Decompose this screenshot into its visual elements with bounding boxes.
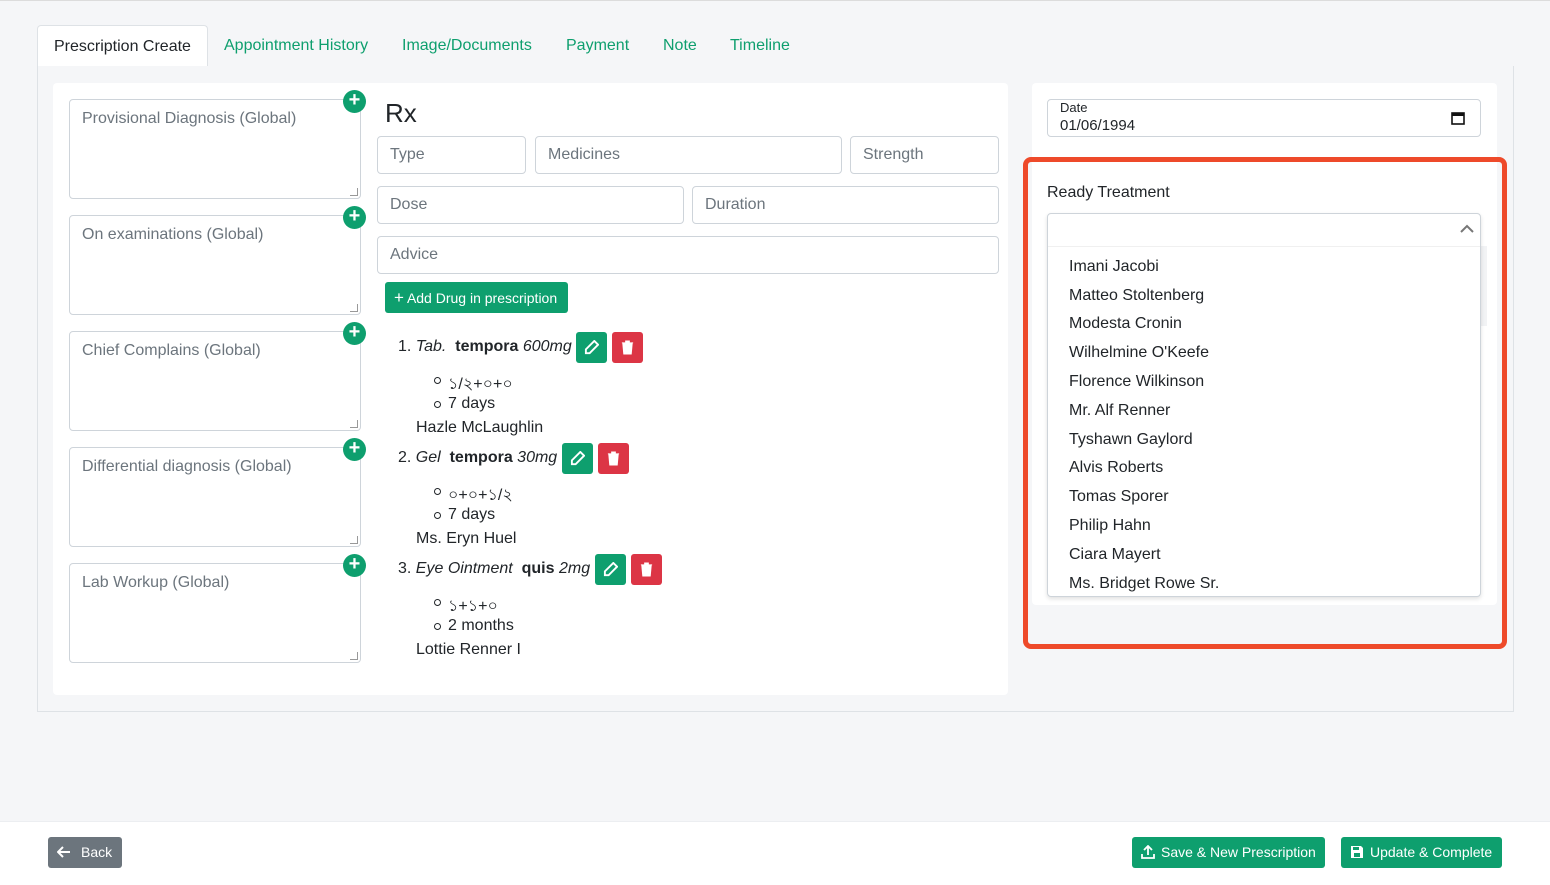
add-provisional-diagnosis-button[interactable]: + [343,90,366,113]
tab-bar: Prescription Create Appointment History … [37,25,1514,68]
drug-2-prescriber: Ms. Eryn Huel [416,530,517,547]
add-lab-workup-button[interactable]: + [343,554,366,577]
save-new-prescription-button[interactable]: Save & New Prescription [1132,837,1325,868]
highlight-box [1023,157,1507,649]
save-new-label: Save & New Prescription [1161,844,1316,860]
placeholder: Advice [390,246,439,263]
tab-image-documents[interactable]: Image/Documents [386,25,548,67]
add-differential-diagnosis-button[interactable]: + [343,438,366,461]
drug-number: 2. [398,449,412,466]
resize-handle[interactable] [350,304,358,312]
date-value: 01/06/1994 [1060,117,1136,134]
duration-input[interactable]: Duration [692,186,999,224]
drug-1-prescriber: Hazle McLaughlin [416,419,544,436]
drug-type: Eye Ointment [415,560,513,577]
delete-drug-2-button[interactable] [598,443,629,474]
calendar-icon[interactable] [1451,111,1465,125]
arrow-left-icon [57,846,70,858]
plus-icon: + [394,288,404,307]
drug-strength: 600mg [522,338,572,355]
field-placeholder: Provisional Diagnosis (Global) [82,110,297,127]
lab-workup-field[interactable]: Lab Workup (Global) [69,563,361,663]
field-placeholder: Differential diagnosis (Global) [82,458,292,475]
resize-handle[interactable] [350,652,358,660]
differential-diagnosis-field[interactable]: Differential diagnosis (Global) [69,447,361,547]
resize-handle[interactable] [350,420,358,428]
placeholder: Medicines [548,146,621,163]
delete-drug-3-button[interactable] [631,554,662,585]
placeholder: Type [390,146,425,163]
save-icon [1351,846,1363,858]
drug-name: tempora [449,449,513,466]
drug-3-dose: ১+১+০ [434,593,498,620]
drug-type: Tab. [415,338,447,355]
chief-complains-field[interactable]: Chief Complains (Global) [69,331,361,431]
field-placeholder: Lab Workup (Global) [82,574,230,591]
drug-type: Gel [415,449,441,466]
resize-handle[interactable] [350,536,358,544]
tab-note[interactable]: Note [647,25,713,67]
field-placeholder: On examinations (Global) [82,226,264,243]
date-input[interactable]: Date 01/06/1994 [1047,99,1481,137]
drug-name: tempora [455,338,519,355]
add-chief-complains-button[interactable]: + [343,322,366,345]
drug-item-3: 3. Eye Ointment quis 2mg [398,560,590,578]
drug-1-dose: ১/২+০+০ [434,371,513,398]
trash-icon [607,451,620,466]
edit-drug-3-button[interactable] [595,554,626,585]
add-drug-label: Add Drug in prescription [406,290,558,306]
placeholder: Duration [705,196,766,213]
update-complete-button[interactable]: Update & Complete [1341,837,1502,868]
date-label: Date [1060,100,1088,115]
update-label: Update & Complete [1370,844,1493,860]
placeholder: Dose [390,196,428,213]
trash-icon [640,562,653,577]
add-on-examinations-button[interactable]: + [343,206,366,229]
back-button[interactable]: Back [48,837,122,868]
placeholder: Strength [863,146,924,163]
drug-3-prescriber: Lottie Renner I [416,641,521,658]
advice-input[interactable]: Advice [377,236,999,274]
pencil-icon [603,562,618,577]
dose-input[interactable]: Dose [377,186,684,224]
drug-item-1: 1. Tab. tempora 600mg [398,338,572,356]
back-label: Back [81,844,113,860]
on-examinations-field[interactable]: On examinations (Global) [69,215,361,315]
drug-strength: 30mg [517,449,558,466]
edit-drug-1-button[interactable] [576,332,607,363]
tab-payment[interactable]: Payment [550,25,645,67]
drug-2-duration: 7 days [434,506,495,524]
add-drug-button[interactable]: + Add Drug in prescription [385,282,568,313]
tab-prescription-create[interactable]: Prescription Create [37,25,208,68]
drug-item-2: 2. Gel tempora 30mg [398,449,557,467]
provisional-diagnosis-field[interactable]: Provisional Diagnosis (Global) [69,99,361,199]
tab-appointment-history[interactable]: Appointment History [208,25,384,67]
upload-icon [1141,845,1155,859]
drug-1-duration: 7 days [434,395,495,413]
top-divider [0,0,1550,1]
trash-icon [621,340,634,355]
edit-drug-2-button[interactable] [562,443,593,474]
strength-input[interactable]: Strength [850,136,999,174]
field-placeholder: Chief Complains (Global) [82,342,261,359]
delete-drug-1-button[interactable] [612,332,643,363]
drug-strength: 2mg [558,560,591,577]
drug-number: 1. [398,338,412,355]
drug-number: 3. [398,560,412,577]
rx-title: Rx [385,98,417,128]
pencil-icon [584,340,599,355]
medicines-input[interactable]: Medicines [535,136,842,174]
pencil-icon [570,451,585,466]
drug-2-dose: ০+০+১/২ [434,482,513,509]
tab-timeline[interactable]: Timeline [714,25,806,67]
drug-name: quis [521,560,555,577]
resize-handle[interactable] [350,188,358,196]
drug-3-duration: 2 months [434,617,514,635]
type-input[interactable]: Type [377,136,526,174]
